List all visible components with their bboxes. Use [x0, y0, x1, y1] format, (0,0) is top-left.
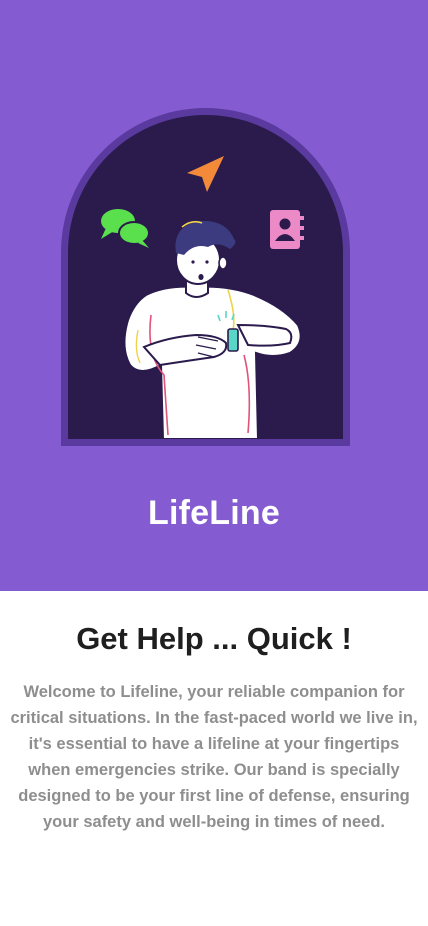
app-name-title: LifeLine: [148, 494, 280, 532]
hero-section: LifeLine: [0, 0, 428, 591]
chat-bubbles-icon: [101, 209, 150, 248]
headline: Get Help ... Quick !: [76, 621, 352, 656]
content-section: Get Help ... Quick ! Welcome to Lifeline…: [0, 591, 428, 926]
person-figure: [123, 220, 302, 439]
person-checking-smartwatch-illustration: [101, 156, 304, 439]
contacts-book-icon: [270, 210, 304, 249]
illustration-arch-frame: [61, 108, 350, 446]
onboarding-screen: LifeLine Get Help ... Quick ! Welcome to…: [0, 0, 428, 926]
description-text: Welcome to Lifeline, your reliable compa…: [10, 683, 418, 831]
navigation-arrow-icon: [187, 156, 224, 192]
illustration-window: [68, 115, 343, 439]
